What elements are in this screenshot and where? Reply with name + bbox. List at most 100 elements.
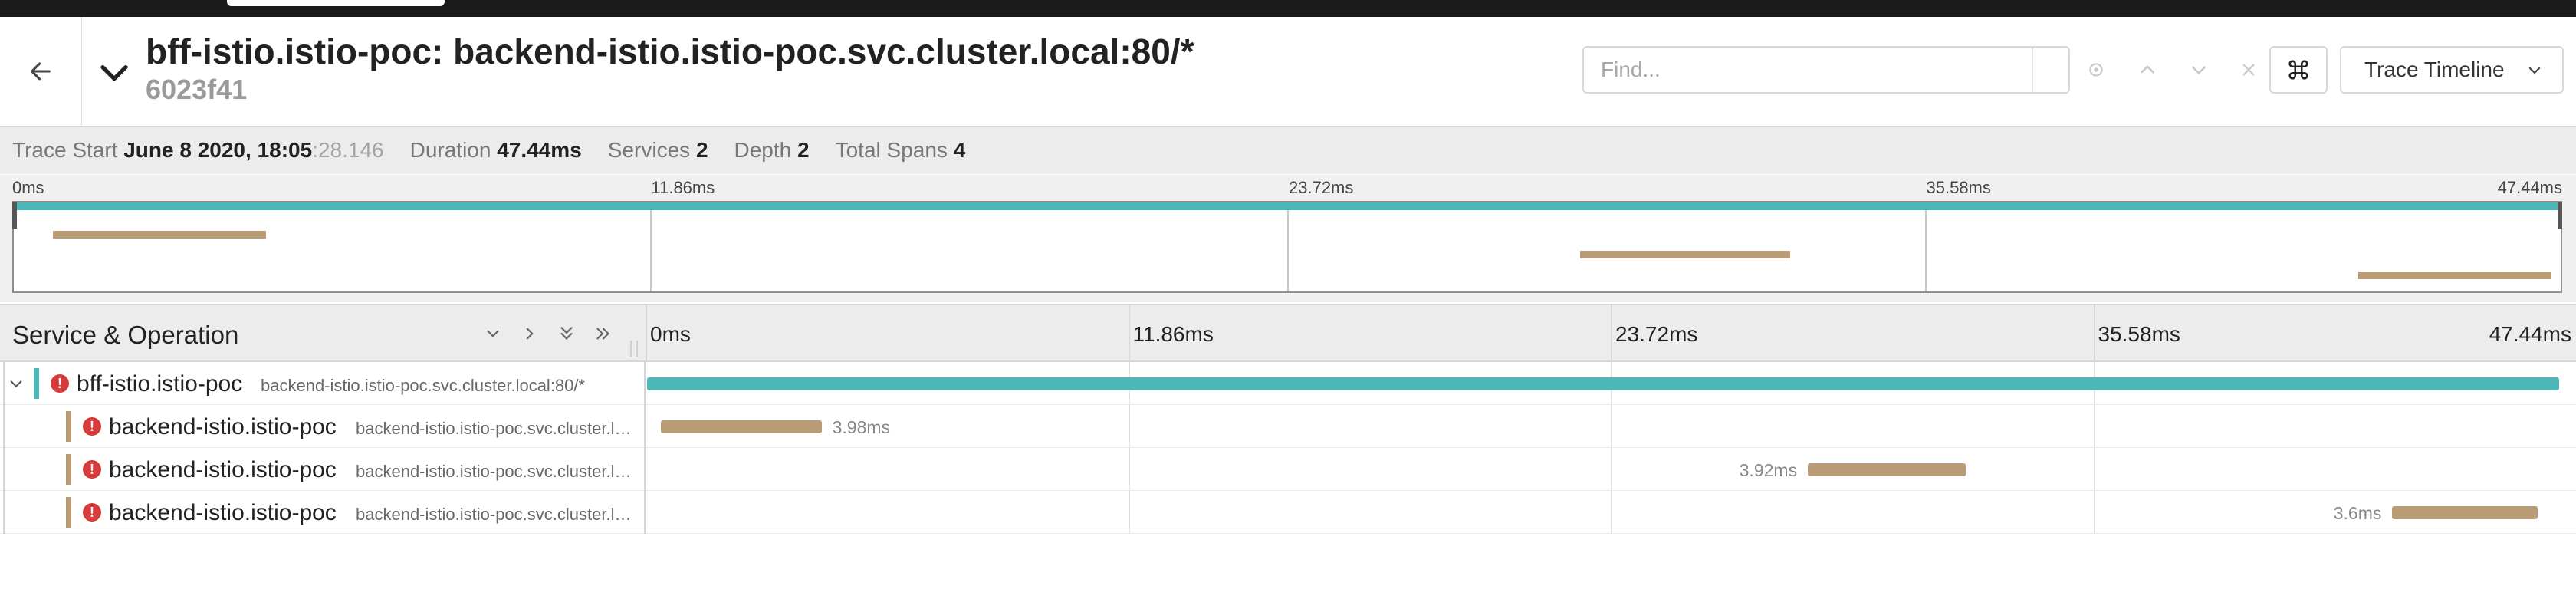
tree-guide-line [3,405,5,448]
chevron-down-icon [2528,67,2541,74]
minimap-tick [1287,202,1289,291]
collapse-all-icon[interactable] [557,321,577,347]
error-icon: ! [51,374,69,393]
span-timeline-cell[interactable]: 3.6ms [646,491,2576,534]
minimap-tick [1924,202,1927,291]
arrow-left-icon [31,62,51,81]
timeline-gridline [2093,448,2095,491]
timeline-header-tick [646,305,647,360]
trace-id: 6023f41 [146,74,248,105]
span-duration-label: 3.6ms [2333,503,2382,523]
error-icon: ! [83,503,101,522]
chevron-up-icon[interactable] [2137,60,2157,80]
trace-summary: Trace Start June 8 2020, 18:05:28.146 Du… [0,127,2576,174]
service-color-bar [66,411,71,442]
collapse-one-icon[interactable] [483,321,503,347]
span-bar[interactable] [1808,463,1967,476]
span-row[interactable]: ! backend-istio.istio-poc backend-istio.is… [0,448,2576,491]
span-bar[interactable] [2392,506,2538,519]
minimap-tick-label: 11.86ms [651,178,715,197]
chevron-down-icon[interactable] [8,375,25,392]
span-service-name: backend-istio.istio-poc [109,500,337,525]
minimap-canvas[interactable] [12,201,2562,293]
span-bar[interactable] [661,420,822,433]
service-color-bar [34,368,39,399]
minimap-root-span [14,202,2561,210]
span-row[interactable]: ! backend-istio.istio-poc backend-istio.is… [0,405,2576,448]
span-timeline-cell[interactable]: 3.92ms [646,448,2576,491]
span-operation-name: backend-istio.istio-poc.svc.cluster.loca… [356,505,635,524]
find-box [1582,46,2070,94]
minimap-tick-label: 35.58ms [1926,178,1991,197]
span-service-name: backend-istio.istio-poc [109,414,337,439]
keyboard-shortcuts-button[interactable] [2269,46,2328,94]
back-button[interactable] [0,17,82,126]
span-row[interactable]: ! backend-istio.istio-poc backend-istio.is… [0,491,2576,534]
span-name-cell[interactable]: ! backend-istio.istio-poc backend-istio.is… [0,405,646,448]
minimap-tick-labels: 0ms 11.86ms 23.72ms 35.58ms 47.44ms [0,175,2576,201]
expand-all-icon[interactable] [593,321,613,347]
close-icon[interactable] [2240,61,2257,78]
minimap-tick-label: 47.44ms [2497,178,2562,197]
expand-one-icon[interactable] [520,321,540,347]
span-timeline-cell[interactable]: 3.98ms [646,405,2576,448]
view-select-label: Trace Timeline [2364,58,2505,81]
locate-icon[interactable] [2086,60,2106,80]
timeline-tick-label: 0ms [650,322,691,346]
root-span-bar[interactable] [647,377,2559,390]
timeline-tick-label: 47.44ms [2489,322,2571,346]
summary-duration: Duration 47.44ms [409,138,582,162]
chevron-down-icon [100,65,128,81]
span-duration-label: 3.92ms [1739,460,1798,480]
summary-total-spans: Total Spans 4 [835,138,966,162]
timeline-gridline [1128,491,1130,534]
service-color-bar [66,454,71,485]
span-name-cell[interactable]: ! backend-istio.istio-poc backend-istio.is… [0,491,646,534]
span-operation-name: backend-istio.istio-poc.svc.cluster.loca… [356,462,635,481]
minimap-span [2358,271,2552,279]
timeline-gridline [1128,405,1130,448]
collapse-trace-button[interactable] [94,57,135,91]
trace-minimap[interactable]: 0ms 11.86ms 23.72ms 35.58ms 47.44ms [0,175,2576,302]
timeline-tick-label: 11.86ms [1132,322,1214,346]
minimap-span [1579,251,1791,258]
column-resizer[interactable] [630,341,638,357]
trace-header: bff-istio.istio-poc: backend-istio.istio… [0,17,2576,127]
timeline-tick-label: 23.72ms [1615,322,1698,346]
expand-controls [483,321,613,347]
minimap-tick-label: 23.72ms [1289,178,1354,197]
timeline-header: Service & Operation 0ms 11.86ms 23.72ms 35.… [0,304,2576,362]
timeline-gridline [2093,491,2095,534]
summary-depth: Depth 2 [734,138,810,162]
browser-top-strip [0,0,2576,17]
minimap-right-handle[interactable] [2558,202,2562,229]
span-service-name: bff-istio.istio-poc [77,371,243,397]
span-operation-name: backend-istio.istio-poc.svc.cluster.loca… [356,419,635,438]
error-icon: ! [83,460,101,479]
tree-guide-line [3,362,5,405]
summary-trace-start: Trace Start June 8 2020, 18:05:28.146 [12,138,384,162]
browser-tab-indicator [227,0,445,6]
timeline-gridline [1128,448,1130,491]
timeline-gridline [1611,448,1612,491]
timeline-tick-label: 35.58ms [2098,322,2180,346]
find-controls [2070,46,2272,94]
minimap-left-handle[interactable] [12,202,17,229]
span-timeline-cell[interactable] [646,362,2576,405]
view-select[interactable]: Trace Timeline [2340,46,2564,94]
chevron-down-icon[interactable] [2189,60,2209,80]
summary-services: Services 2 [607,138,708,162]
span-name-cell[interactable]: ! backend-istio.istio-poc backend-istio.is… [0,448,646,491]
command-key-icon [2288,60,2308,80]
minimap-tick-label: 0ms [12,178,44,197]
timeline-header-tick [1611,305,1612,360]
span-name-cell[interactable]: ! bff-istio.istio-poc backend-istio.istio-… [0,362,646,405]
minimap-tick [649,202,652,291]
find-input[interactable] [1584,48,2033,92]
timeline-gridline [1611,491,1612,534]
span-row[interactable]: ! bff-istio.istio-poc backend-istio.istio-… [0,362,2576,405]
tree-guide-line [3,448,5,491]
span-operation-name: backend-istio.istio-poc.svc.cluster.loca… [261,376,586,395]
span-duration-label: 3.98ms [832,417,891,437]
timeline-header-tick [2093,305,2095,360]
